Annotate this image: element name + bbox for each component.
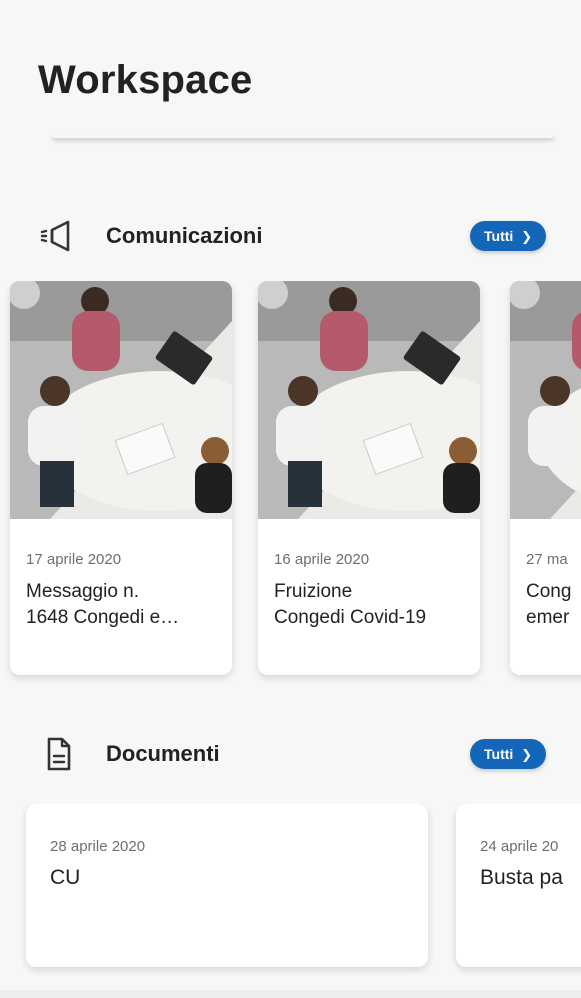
bottom-divider [0,990,581,998]
chevron-right-icon: ❯ [521,746,533,762]
document-icon [38,734,78,774]
document-card[interactable]: 24 aprile 20 Busta pa [456,804,581,967]
communications-header: Comunicazioni Tutti ❯ [38,216,581,256]
document-title: CU [50,866,81,889]
document-card[interactable]: 28 aprile 2020 CU [26,804,428,967]
communication-date: 16 aprile 2020 [274,551,370,568]
document-date: 24 aprile 20 [480,838,559,855]
meeting-photo [510,281,581,519]
communication-title: Cong emer [526,581,572,628]
documents-title: Documenti [106,741,220,766]
meeting-photo [10,281,232,519]
communication-card[interactable]: 17 aprile 2020 Messaggio n. 1648 Congedi… [10,281,232,675]
communication-title: Messaggio n. 1648 Congedi e… [26,581,180,628]
title-divider [52,132,554,138]
communication-card[interactable]: 16 aprile 2020 Fruizione Congedi Covid-1… [258,281,480,675]
document-title: Busta pa [480,866,563,889]
document-date: 28 aprile 2020 [50,838,146,855]
communications-all-button[interactable]: Tutti ❯ [470,221,547,251]
meeting-photo [258,281,480,519]
documents-header: Documenti Tutti ❯ [38,734,581,774]
communications-carousel[interactable]: 17 aprile 2020 Messaggio n. 1648 Congedi… [0,281,581,687]
communication-card[interactable]: 27 ma Cong emer [510,281,581,675]
all-button-label: Tutti [484,228,514,244]
chevron-right-icon: ❯ [521,228,533,244]
documents-carousel[interactable]: 28 aprile 2020 CU 24 aprile 20 Busta pa [0,804,581,976]
documents-all-button[interactable]: Tutti ❯ [470,739,547,769]
communications-title: Comunicazioni [106,223,263,248]
workspace-screen: Workspace Comunicazioni Tutti ❯ 17 april… [0,0,581,998]
communication-date: 17 aprile 2020 [26,551,122,568]
megaphone-icon [38,216,78,256]
communication-date: 27 ma [526,551,568,568]
page-title: Workspace [38,58,253,102]
communication-title: Fruizione Congedi Covid-19 [274,581,427,628]
all-button-label: Tutti [484,746,514,762]
